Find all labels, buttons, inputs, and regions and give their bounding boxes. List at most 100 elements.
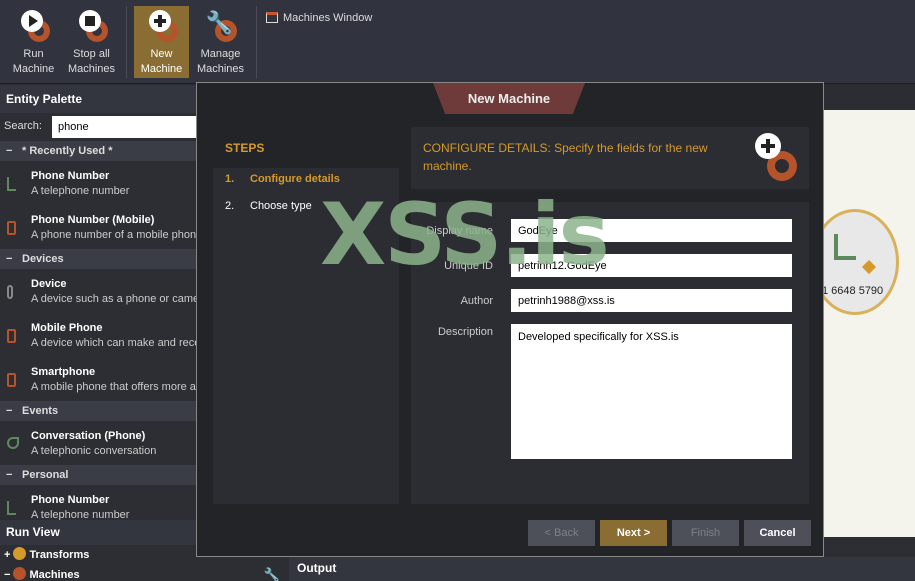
gear-icon — [13, 547, 27, 560]
entity-description: A device such as a phone or camera — [31, 293, 197, 305]
display-name-input[interactable] — [511, 219, 792, 242]
entity-name: Phone Number — [31, 494, 110, 506]
graph-canvas[interactable] — [822, 110, 915, 537]
stop-all-label-line1: Stop all — [73, 48, 110, 60]
machine-gear-icon — [13, 567, 27, 580]
expand-icon[interactable]: + — [4, 549, 10, 561]
output-panel-title: Output — [289, 557, 915, 581]
steps-title: STEPS — [225, 141, 265, 155]
toolbar-separator — [126, 6, 127, 78]
new-machine-label-line1: New — [150, 48, 173, 60]
device-icon — [7, 285, 13, 299]
entity-description: A telephone number — [31, 185, 130, 197]
run-view-machines[interactable]: − Machines 🔧 — [0, 565, 288, 581]
stop-all-machines-button[interactable]: Stop all Machines — [64, 6, 119, 78]
entity-mobile-phone[interactable]: Mobile Phone A device which can make and… — [0, 313, 197, 357]
entity-phone-number-mobile[interactable]: Phone Number (Mobile) A phone number of … — [0, 205, 197, 249]
machines-label: Machines — [29, 569, 80, 581]
entity-name: Smartphone — [31, 366, 96, 378]
entity-name: Phone Number — [31, 170, 110, 182]
collapse-icon: − — [6, 469, 13, 481]
configure-details-header: CONFIGURE DETAILS: Specify the fields fo… — [411, 127, 809, 189]
run-machine-label-line2: Machine — [12, 63, 55, 75]
next-button[interactable]: Next > — [600, 520, 667, 546]
back-button[interactable]: < Back — [528, 520, 595, 546]
step-label: Choose type — [250, 200, 312, 212]
collapse-icon[interactable]: − — [4, 569, 10, 581]
entity-phone-number[interactable]: Phone Number A telephone number — [0, 161, 197, 205]
step-number: 1. — [225, 173, 235, 185]
step-number: 2. — [225, 200, 235, 212]
run-machine-button[interactable]: Run Machine — [6, 6, 61, 78]
manage-machines-icon: 🔧 — [204, 8, 238, 42]
description-label: Description — [437, 326, 493, 338]
machines-window-button[interactable]: Machines Window — [266, 12, 372, 24]
run-machine-label-line1: Run — [23, 48, 44, 60]
transforms-label: Transforms — [29, 549, 90, 561]
graph-node-label: 1 6648 5790 — [822, 285, 884, 297]
step-choose-type: 2. Choose type — [213, 195, 399, 217]
dialog-title: New Machine — [433, 83, 585, 114]
entity-smartphone[interactable]: Smartphone A mobile phone that offers mo… — [0, 357, 197, 401]
manage-machines-button[interactable]: 🔧 Manage Machines — [193, 6, 248, 78]
search-input[interactable] — [52, 116, 202, 138]
description-input[interactable]: Developed specifically for XSS.is — [511, 324, 792, 459]
new-machine-dialog: New Machine STEPS 1. Configure details 2.… — [196, 82, 824, 557]
entity-name: Device — [31, 278, 67, 290]
entity-palette: Entity Palette Search: −* Recently Used … — [0, 85, 202, 522]
step-configure-details: 1. Configure details — [213, 168, 399, 190]
toolbar: Run Machine Stop all Machines New Machin… — [0, 0, 915, 84]
section-recently-used[interactable]: − * Recently Used * — [0, 141, 197, 161]
run-machine-icon — [17, 8, 51, 42]
step-label: Configure details — [250, 173, 340, 185]
search-label: Search: — [4, 120, 42, 132]
collapse-icon: − — [6, 253, 13, 265]
entity-name: Conversation (Phone) — [31, 430, 146, 442]
finish-button[interactable]: Finish — [672, 520, 739, 546]
cancel-button[interactable]: Cancel — [744, 520, 811, 546]
entity-name: Phone Number (Mobile) — [31, 214, 155, 226]
mobile-phone-icon — [7, 221, 16, 235]
section-label: Devices — [22, 253, 64, 265]
window-icon — [266, 12, 278, 23]
configure-details-text: CONFIGURE DETAILS: Specify the fields fo… — [423, 141, 708, 173]
toolbar-separator — [256, 6, 257, 78]
phone-call-icon — [7, 437, 19, 449]
entity-description: A device which can make and receive — [31, 337, 197, 349]
smartphone-icon — [7, 373, 16, 387]
author-input[interactable] — [511, 289, 792, 312]
section-label: Events — [22, 405, 59, 417]
section-label: Personal — [22, 469, 69, 481]
wrench-icon[interactable]: 🔧 — [264, 565, 280, 581]
steps-panel: 1. Configure details 2. Choose type — [213, 168, 399, 504]
entity-name: Mobile Phone — [31, 322, 103, 334]
mobile-phone-icon — [7, 329, 16, 343]
entity-description: A telephonic conversation — [31, 445, 157, 457]
section-events[interactable]: − Events — [0, 401, 197, 421]
entity-device[interactable]: Device A device such as a phone or camer… — [0, 269, 197, 313]
collapse-icon: − — [6, 145, 13, 157]
details-form: Display name Unique ID Author Descriptio… — [411, 202, 809, 504]
keypad-icon — [7, 501, 16, 515]
manage-machines-label-line1: Manage — [200, 48, 241, 60]
section-label: * Recently Used * — [22, 145, 113, 157]
new-machine-button[interactable]: New Machine — [134, 6, 189, 78]
keypad-icon — [834, 234, 856, 260]
maltego-window: Run Machine Stop all Machines New Machin… — [0, 0, 915, 581]
machines-window-label: Machines Window — [283, 12, 373, 24]
new-machine-icon — [145, 8, 179, 42]
entity-palette-title: Entity Palette — [0, 85, 197, 113]
new-machine-icon — [753, 133, 803, 183]
stop-all-label-line2: Machines — [67, 63, 116, 75]
entity-description: A mobile phone that offers more a — [31, 381, 196, 393]
graph-node-phone-number[interactable] — [811, 209, 899, 315]
author-label: Author — [460, 295, 493, 307]
unique-id-input[interactable] — [511, 254, 792, 277]
display-name-label: Display name — [426, 225, 493, 237]
section-devices[interactable]: − Devices — [0, 249, 197, 269]
section-personal[interactable]: − Personal — [0, 465, 197, 485]
stop-machines-icon — [75, 8, 109, 42]
entity-conversation-phone[interactable]: Conversation (Phone) A telephonic conver… — [0, 421, 197, 465]
collapse-icon: − — [6, 405, 13, 417]
new-machine-label-line2: Machine — [140, 63, 183, 75]
